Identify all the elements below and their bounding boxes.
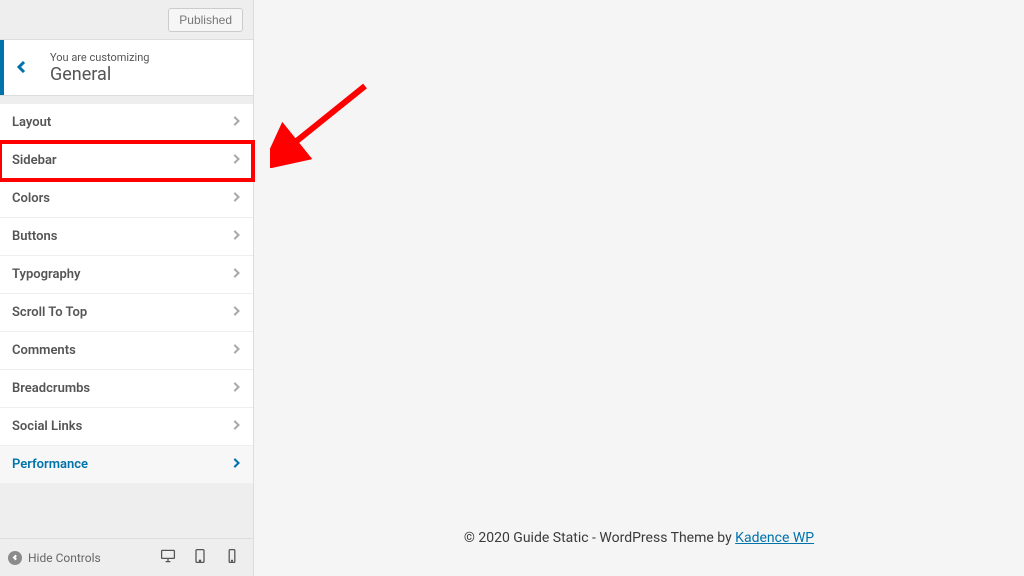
panel-footer: Hide Controls (0, 538, 253, 576)
menu-item-comments[interactable]: Comments (0, 332, 253, 370)
desktop-icon (160, 548, 176, 568)
device-desktop-button[interactable] (155, 545, 181, 571)
menu-item-typography[interactable]: Typography (0, 256, 253, 294)
menu-item-colors[interactable]: Colors (0, 180, 253, 218)
menu-item-label: Performance (12, 457, 88, 472)
chevron-right-icon (231, 153, 241, 168)
menu-item-label: Sidebar (12, 153, 57, 168)
preview-footer-link[interactable]: Kadence WP (735, 530, 814, 546)
preview-footer: © 2020 Guide Static - WordPress Theme by… (254, 530, 1024, 546)
menu-item-label: Buttons (12, 229, 57, 244)
menu-item-label: Breadcrumbs (12, 381, 90, 396)
menu-item-scroll-to-top[interactable]: Scroll To Top (0, 294, 253, 332)
menu-item-label: Scroll To Top (12, 305, 87, 320)
menu-item-label: Comments (12, 343, 76, 358)
hide-controls-button[interactable]: Hide Controls (8, 551, 101, 565)
panel-header-text: You are customizing General (40, 40, 253, 95)
menu-item-label: Layout (12, 115, 51, 130)
panel-header: You are customizing General (0, 40, 253, 96)
device-tablet-button[interactable] (187, 545, 213, 571)
chevron-right-icon (231, 343, 241, 358)
tablet-icon (192, 548, 208, 568)
menu-item-label: Typography (12, 267, 81, 282)
menu-item-label: Colors (12, 191, 50, 206)
chevron-right-icon (231, 115, 241, 130)
chevron-right-icon (231, 229, 241, 244)
menu-item-social-links[interactable]: Social Links (0, 408, 253, 446)
mobile-icon (224, 548, 240, 568)
menu-item-sidebar[interactable]: Sidebar (0, 142, 253, 180)
device-mobile-button[interactable] (219, 545, 245, 571)
close-button[interactable] (0, 0, 40, 40)
customizer-panel: Published You are customizing General La… (0, 0, 254, 576)
back-button[interactable] (0, 40, 40, 95)
panel-header-title: General (50, 64, 253, 85)
collapse-icon (8, 551, 22, 565)
chevron-right-icon (231, 381, 241, 396)
preview-footer-text: © 2020 Guide Static - WordPress Theme by (464, 530, 735, 546)
menu-list: Layout Sidebar Colors Buttons Typography Scro… (0, 96, 253, 538)
chevron-right-icon (231, 305, 241, 320)
chevron-left-icon (16, 58, 28, 77)
menu-item-buttons[interactable]: Buttons (0, 218, 253, 256)
menu-item-breadcrumbs[interactable]: Breadcrumbs (0, 370, 253, 408)
panel-top-bar: Published (0, 0, 253, 40)
chevron-right-icon (231, 419, 241, 434)
menu-item-layout[interactable]: Layout (0, 104, 253, 142)
menu-item-performance[interactable]: Performance (0, 446, 253, 484)
published-button[interactable]: Published (168, 8, 243, 32)
preview-area: © 2020 Guide Static - WordPress Theme by… (254, 0, 1024, 576)
chevron-right-icon (231, 457, 241, 472)
chevron-right-icon (231, 267, 241, 282)
hide-controls-label: Hide Controls (28, 551, 101, 565)
panel-header-eyebrow: You are customizing (50, 51, 253, 64)
menu-item-label: Social Links (12, 419, 82, 434)
chevron-right-icon (231, 191, 241, 206)
